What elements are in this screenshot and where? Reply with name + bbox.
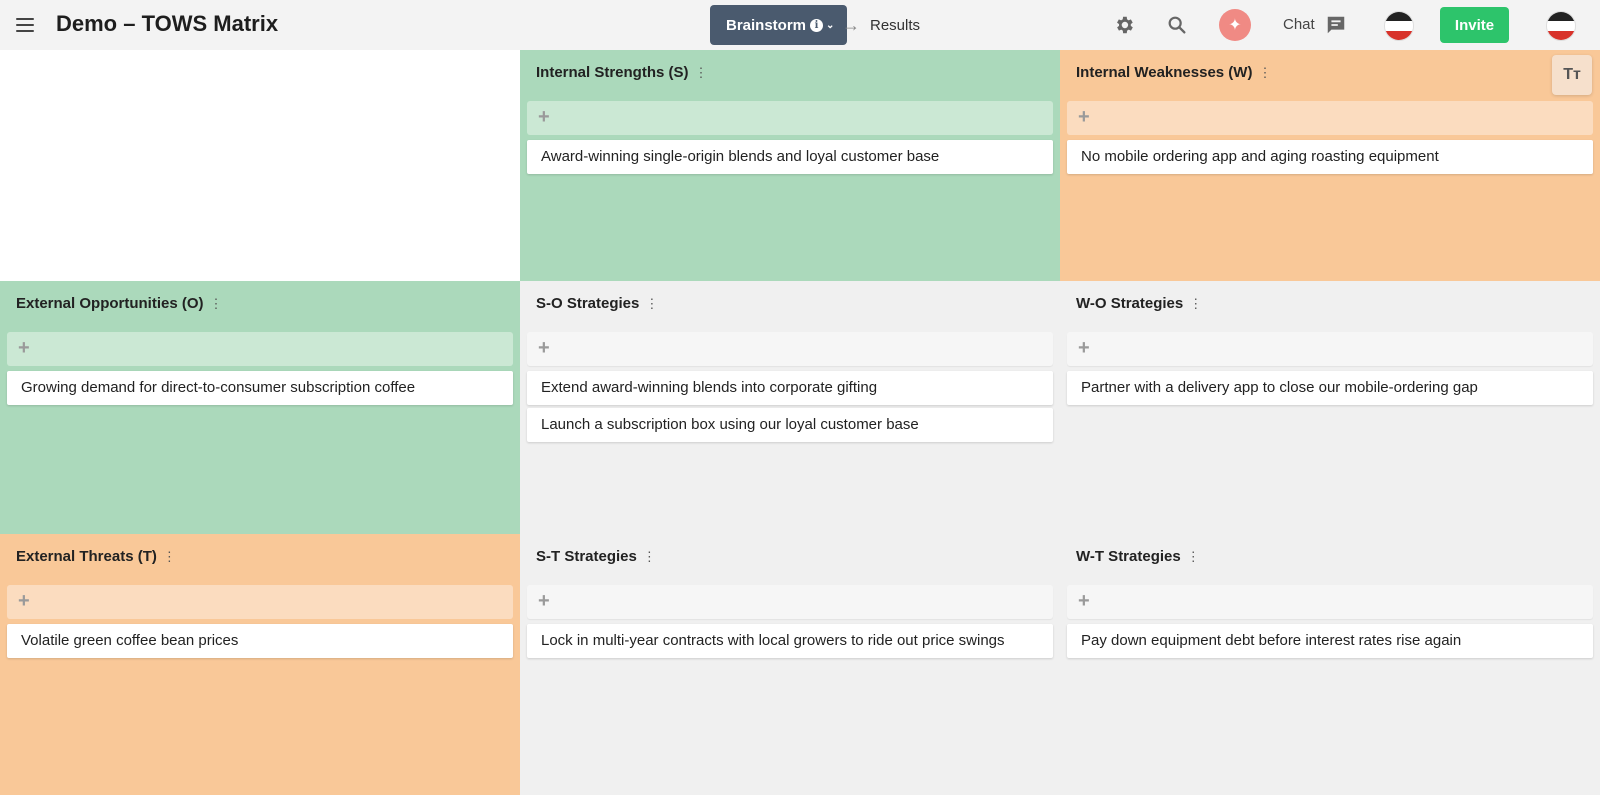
tab-brainstorm-label: Brainstorm <box>726 16 807 34</box>
add-note-button[interactable]: + <box>7 332 513 366</box>
kebab-icon[interactable]: ⋮ <box>645 296 658 312</box>
kebab-icon[interactable]: ⋮ <box>1189 296 1202 312</box>
top-bar: Demo – TOWS Matrix Brainstorm i ⌄ → Resu… <box>0 0 1600 50</box>
cell-title: S-O Strategies <box>536 295 640 312</box>
chat-label[interactable]: Chat <box>1283 16 1315 33</box>
cell-weaknesses: Internal Weaknesses (W) ⋮ + No mobile ord… <box>1060 50 1600 281</box>
empty-corner-cell <box>0 50 520 281</box>
info-icon[interactable]: i <box>810 18 824 32</box>
add-note-button[interactable]: + <box>527 101 1053 135</box>
cell-threats: External Threats (T) ⋮ + Volatile green c… <box>0 534 520 795</box>
gear-icon[interactable] <box>1113 14 1135 36</box>
add-note-button[interactable]: + <box>1067 332 1593 366</box>
tab-results[interactable]: Results <box>870 17 920 34</box>
cell-title: S-T Strategies <box>536 548 637 565</box>
plus-icon: + <box>538 590 550 612</box>
cell-so-strategies: S-O Strategies ⋮ + Extend award-winning b… <box>520 281 1060 534</box>
note-card[interactable]: Pay down equipment debt before interest … <box>1067 624 1593 658</box>
note-card[interactable]: Award-winning single-origin blends and l… <box>527 140 1053 174</box>
kebab-icon[interactable]: ⋮ <box>695 65 708 81</box>
note-card[interactable]: Launch a subscription box using our loya… <box>527 408 1053 442</box>
avatar[interactable] <box>1546 11 1576 41</box>
note-card[interactable]: Extend award-winning blends into corpora… <box>527 371 1053 405</box>
kebab-icon[interactable]: ⋮ <box>643 549 656 565</box>
cell-strengths: Internal Strengths (S) ⋮ + Award-winning … <box>520 50 1060 281</box>
chat-icon[interactable] <box>1325 14 1347 36</box>
page-title: Demo – TOWS Matrix <box>56 11 279 36</box>
plus-icon: + <box>18 590 30 612</box>
note-card[interactable]: No mobile ordering app and aging roastin… <box>1067 140 1593 174</box>
note-card[interactable]: Volatile green coffee bean prices <box>7 624 513 658</box>
add-note-button[interactable]: + <box>1067 101 1593 135</box>
plus-icon: + <box>18 337 30 359</box>
arrow-right-icon: → <box>842 15 860 35</box>
note-card[interactable]: Lock in multi-year contracts with local … <box>527 624 1053 658</box>
cell-title: Internal Strengths (S) <box>536 64 689 81</box>
cell-st-strategies: S-T Strategies ⋮ + Lock in multi-year con… <box>520 534 1060 795</box>
add-note-button[interactable]: + <box>1067 585 1593 619</box>
add-note-button[interactable]: + <box>527 585 1053 619</box>
plus-icon: + <box>538 337 550 359</box>
menu-icon[interactable] <box>14 14 36 34</box>
kebab-icon[interactable]: ⋮ <box>163 549 176 565</box>
plus-icon: + <box>538 106 550 128</box>
add-note-button[interactable]: + <box>527 332 1053 366</box>
avatar[interactable] <box>1384 11 1414 41</box>
kebab-icon[interactable]: ⋮ <box>210 296 223 312</box>
plus-icon: + <box>1078 590 1090 612</box>
chevron-down-icon[interactable]: ⌄ <box>826 20 834 31</box>
sparkle-icon[interactable]: ✦ <box>1219 9 1251 41</box>
plus-icon: + <box>1078 106 1090 128</box>
cell-wo-strategies: W-O Strategies ⋮ + Partner with a deliver… <box>1060 281 1600 534</box>
cell-title: W-T Strategies <box>1076 548 1181 565</box>
tab-brainstorm[interactable]: Brainstorm i ⌄ <box>710 5 847 45</box>
cell-title: Internal Weaknesses (W) <box>1076 64 1253 81</box>
add-note-button[interactable]: + <box>7 585 513 619</box>
invite-button[interactable]: Invite <box>1440 7 1509 43</box>
search-icon[interactable] <box>1166 14 1188 36</box>
cell-title: External Threats (T) <box>16 548 157 565</box>
cell-opportunities: External Opportunities (O) ⋮ + Growing de… <box>0 281 520 534</box>
kebab-icon[interactable]: ⋮ <box>1258 65 1271 81</box>
cell-title: External Opportunities (O) <box>16 295 204 312</box>
note-card[interactable]: Growing demand for direct-to-consumer su… <box>7 371 513 405</box>
text-size-icon[interactable]: Tт <box>1552 55 1592 95</box>
kebab-icon[interactable]: ⋮ <box>1187 549 1200 565</box>
plus-icon: + <box>1078 337 1090 359</box>
note-card[interactable]: Partner with a delivery app to close our… <box>1067 371 1593 405</box>
cell-wt-strategies: W-T Strategies ⋮ + Pay down equipment deb… <box>1060 534 1600 795</box>
cell-title: W-O Strategies <box>1076 295 1184 312</box>
